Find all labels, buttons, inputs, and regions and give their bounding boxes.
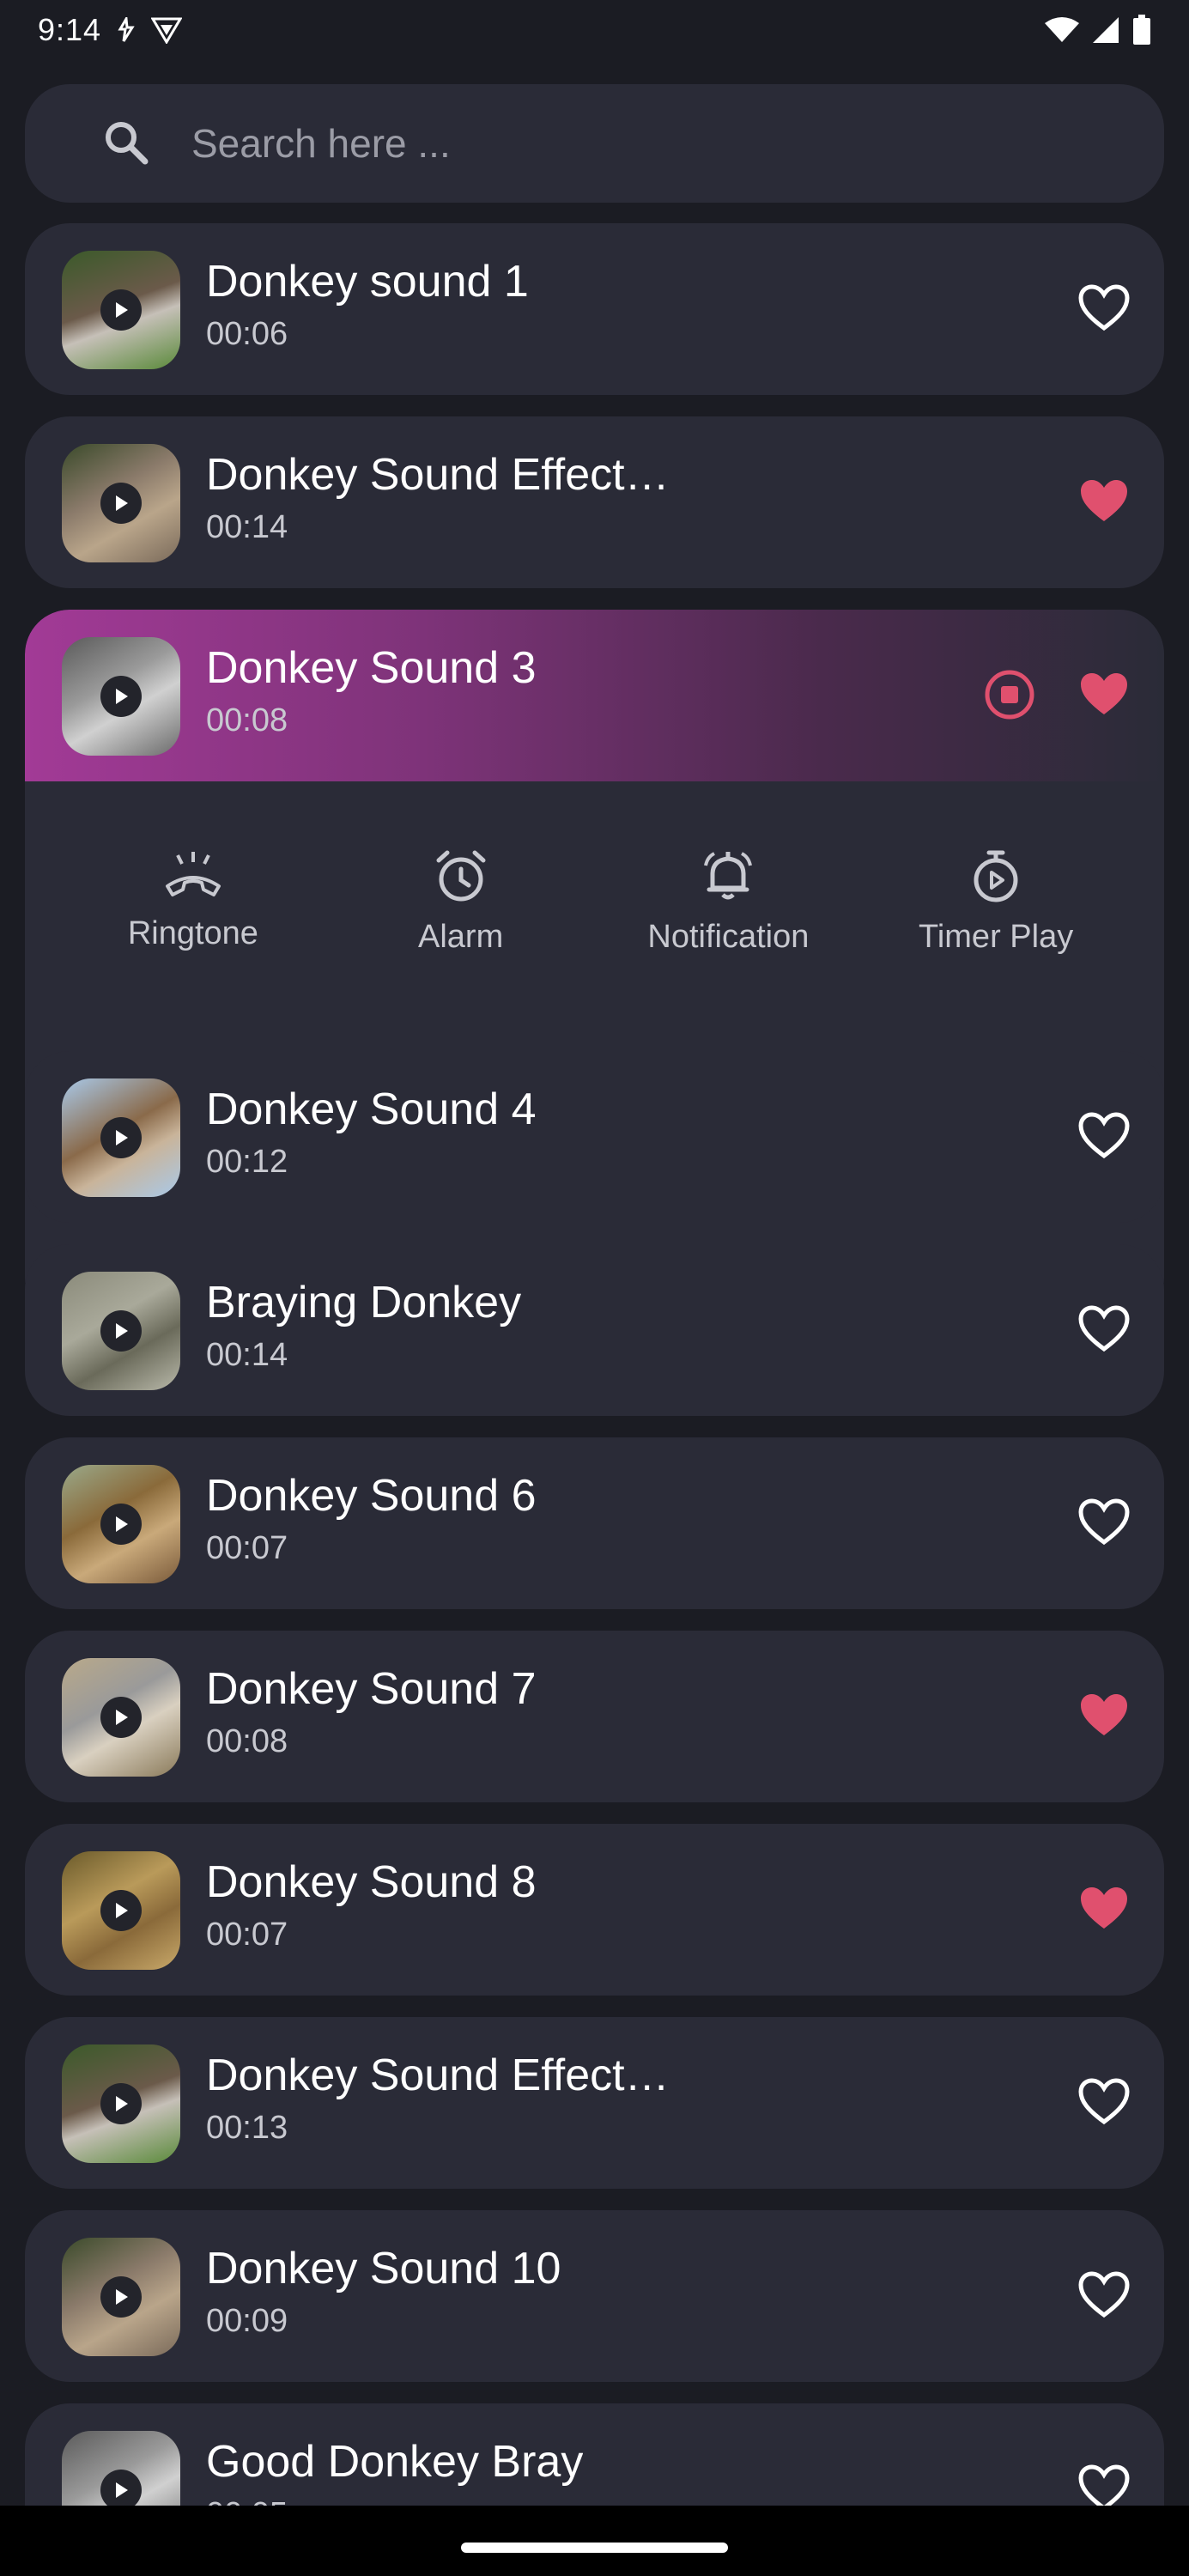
favorite-heart-icon[interactable] bbox=[1077, 670, 1131, 724]
card-header[interactable]: Braying Donkey 00:14 bbox=[25, 1244, 1164, 1416]
timer-icon bbox=[974, 850, 1018, 902]
sound-duration: 00:13 bbox=[206, 2110, 288, 2146]
favorite-heart-icon[interactable] bbox=[1077, 1498, 1131, 1552]
sound-title: Donkey Sound 10 bbox=[206, 2244, 561, 2293]
action-label: Timer Play bbox=[919, 919, 1074, 955]
sound-title: Donkey Sound 6 bbox=[206, 1471, 537, 1521]
sound-title: Braying Donkey bbox=[206, 1278, 522, 1327]
sound-duration: 00:08 bbox=[206, 702, 288, 738]
sound-thumbnail[interactable] bbox=[62, 444, 180, 562]
sound-thumbnail[interactable] bbox=[62, 1078, 180, 1197]
shield-icon bbox=[151, 17, 183, 44]
favorite-heart-icon[interactable] bbox=[1077, 477, 1131, 531]
sound-thumbnail[interactable] bbox=[62, 637, 180, 756]
sound-card[interactable]: Donkey Sound Effect… 00:14 bbox=[25, 416, 1164, 588]
play-icon[interactable] bbox=[100, 1117, 142, 1158]
sound-card[interactable]: Braying Donkey 00:14 bbox=[25, 1244, 1164, 1416]
play-icon[interactable] bbox=[100, 2276, 142, 2318]
signal-icon bbox=[1093, 17, 1119, 43]
sound-thumbnail[interactable] bbox=[62, 2044, 180, 2163]
sound-thumbnail[interactable] bbox=[62, 251, 180, 369]
sound-duration: 00:07 bbox=[206, 1530, 288, 1566]
home-gesture-handle[interactable] bbox=[461, 2543, 728, 2553]
notification-icon bbox=[704, 852, 753, 900]
card-header[interactable]: Donkey Sound 3 00:08 bbox=[25, 610, 1164, 781]
battery-icon bbox=[1133, 15, 1150, 45]
sound-duration: 00:12 bbox=[206, 1144, 288, 1180]
data-saver-icon bbox=[118, 17, 135, 42]
favorite-heart-icon[interactable] bbox=[1077, 283, 1131, 337]
play-icon[interactable] bbox=[100, 1697, 142, 1738]
play-icon[interactable] bbox=[100, 1890, 142, 1931]
card-header[interactable]: Donkey Sound 6 00:07 bbox=[25, 1437, 1164, 1609]
action-label: Alarm bbox=[418, 919, 504, 955]
sound-title: Donkey Sound 7 bbox=[206, 1664, 537, 1714]
play-icon[interactable] bbox=[100, 483, 142, 524]
card-header[interactable]: Donkey sound 1 00:06 bbox=[25, 223, 1164, 395]
sound-thumbnail[interactable] bbox=[62, 2238, 180, 2356]
stop-icon[interactable] bbox=[983, 668, 1036, 726]
sound-card[interactable]: Donkey Sound 4 00:12 bbox=[25, 1051, 1164, 1223]
sound-duration: 00:09 bbox=[206, 2303, 288, 2339]
sound-title: Donkey Sound 8 bbox=[206, 1857, 537, 1907]
search-input[interactable] bbox=[190, 119, 966, 167]
card-header[interactable]: Donkey Sound 7 00:08 bbox=[25, 1631, 1164, 1802]
sound-card[interactable]: Donkey Sound 10 00:09 bbox=[25, 2210, 1164, 2382]
sound-card[interactable]: Donkey Sound 6 00:07 bbox=[25, 1437, 1164, 1609]
favorite-heart-icon[interactable] bbox=[1077, 1111, 1131, 1165]
card-header[interactable]: Donkey Sound 8 00:07 bbox=[25, 1824, 1164, 1996]
sound-thumbnail[interactable] bbox=[62, 1851, 180, 1970]
sound-title: Donkey Sound Effect… bbox=[206, 450, 670, 500]
favorite-heart-icon[interactable] bbox=[1077, 1884, 1131, 1938]
play-icon[interactable] bbox=[100, 1504, 142, 1545]
sound-title: Donkey Sound Effect… bbox=[206, 2050, 670, 2100]
status-time: 9:14 bbox=[38, 12, 102, 47]
play-icon[interactable] bbox=[100, 289, 142, 331]
navigation-bar bbox=[0, 2506, 1189, 2576]
favorite-heart-icon[interactable] bbox=[1077, 1691, 1131, 1745]
wifi-icon bbox=[1045, 17, 1079, 42]
sound-thumbnail[interactable] bbox=[62, 1272, 180, 1390]
favorite-heart-icon[interactable] bbox=[1077, 1304, 1131, 1358]
status-right bbox=[1045, 15, 1151, 46]
card-header[interactable]: Donkey Sound 10 00:09 bbox=[25, 2210, 1164, 2382]
ringtone-icon bbox=[165, 852, 221, 896]
card-header[interactable]: Donkey Sound 4 00:12 bbox=[25, 1051, 1164, 1223]
sound-duration: 00:14 bbox=[206, 1337, 288, 1373]
alarm-icon bbox=[436, 850, 486, 902]
sound-duration: 00:07 bbox=[206, 1917, 288, 1953]
action-label: Ringtone bbox=[127, 915, 258, 951]
status-bar: 9:14 bbox=[0, 0, 1189, 60]
status-left: 9:14 bbox=[38, 12, 183, 48]
sound-duration: 00:14 bbox=[206, 509, 288, 545]
sound-title: Donkey Sound 4 bbox=[206, 1084, 537, 1134]
sound-thumbnail[interactable] bbox=[62, 1658, 180, 1777]
sound-duration: 00:08 bbox=[206, 1723, 288, 1759]
play-icon[interactable] bbox=[100, 676, 142, 717]
sound-card[interactable]: Donkey Sound Effect… 00:13 bbox=[25, 2017, 1164, 2189]
sound-duration: 00:06 bbox=[206, 316, 288, 352]
play-icon[interactable] bbox=[100, 2470, 142, 2511]
search-bar[interactable] bbox=[25, 84, 1164, 203]
play-icon[interactable] bbox=[100, 1310, 142, 1352]
sound-title: Donkey Sound 3 bbox=[206, 643, 537, 693]
favorite-heart-icon[interactable] bbox=[1077, 2270, 1131, 2324]
sound-title: Good Donkey Bray bbox=[206, 2437, 584, 2487]
sound-card[interactable]: Donkey Sound 7 00:08 bbox=[25, 1631, 1164, 1802]
favorite-heart-icon[interactable] bbox=[1077, 2077, 1131, 2131]
card-header[interactable]: Donkey Sound Effect… 00:14 bbox=[25, 416, 1164, 588]
play-icon[interactable] bbox=[100, 2083, 142, 2124]
sound-card[interactable]: Donkey sound 1 00:06 bbox=[25, 223, 1164, 395]
card-header[interactable]: Donkey Sound Effect… 00:13 bbox=[25, 2017, 1164, 2189]
sound-thumbnail[interactable] bbox=[62, 1465, 180, 1583]
action-label: Notification bbox=[647, 919, 810, 955]
sound-title: Donkey sound 1 bbox=[206, 257, 529, 307]
search-icon bbox=[102, 118, 150, 171]
sound-card[interactable]: Donkey Sound 8 00:07 bbox=[25, 1824, 1164, 1996]
